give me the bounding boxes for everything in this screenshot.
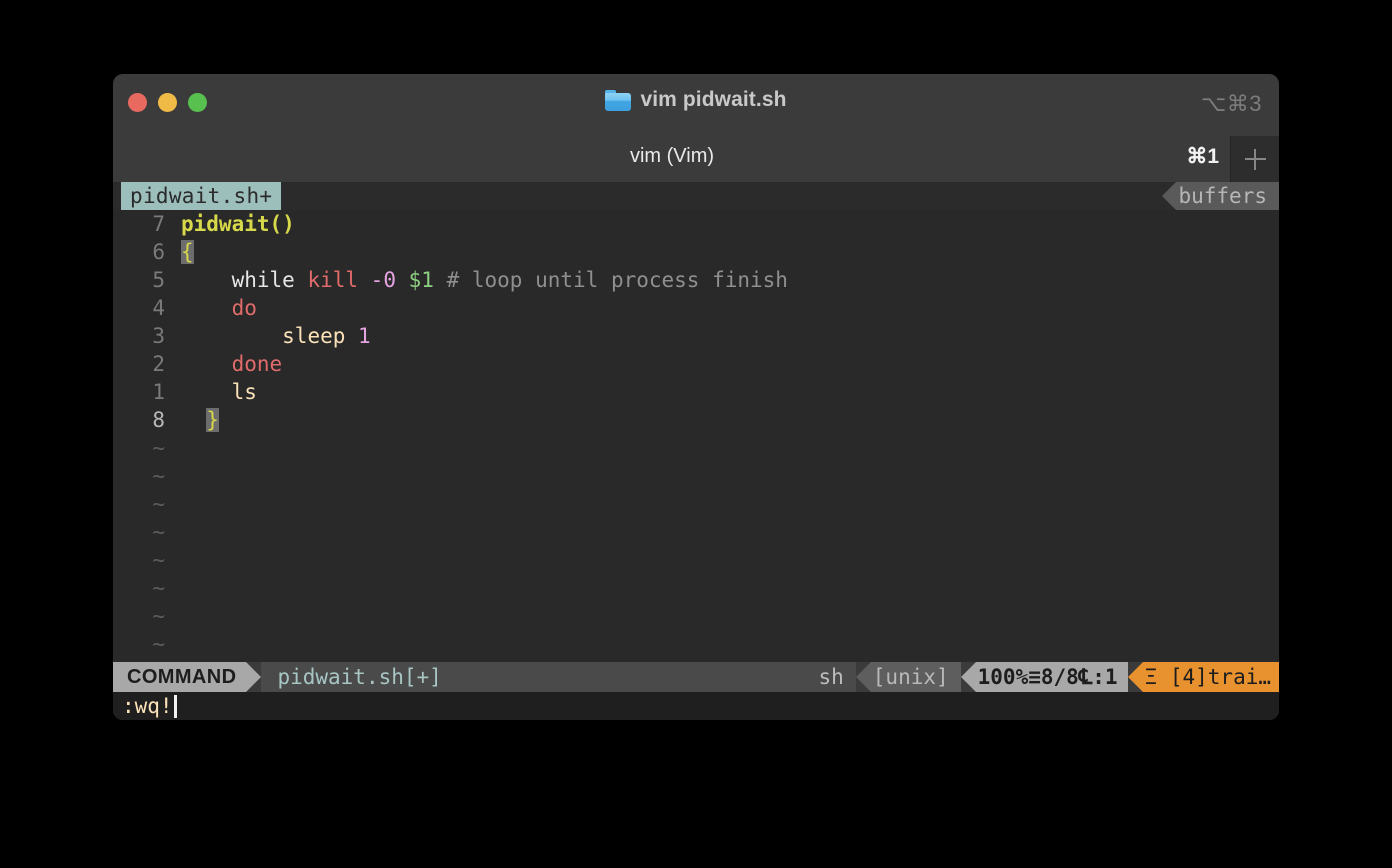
code-line: 6{ (113, 238, 1279, 266)
code-token (358, 268, 371, 292)
text-cursor (174, 695, 177, 718)
line-content: } (165, 406, 219, 434)
tab-vim[interactable]: vim (Vim) (113, 130, 1231, 182)
empty-line: ~ (113, 462, 1279, 490)
status-position: 100%≡8/8℄:1 (976, 662, 1128, 692)
code-line: 7 pidwait() (113, 210, 1279, 238)
empty-line: ~ (113, 518, 1279, 546)
tilde-marker: ~ (113, 462, 165, 490)
tilde-marker: ~ (113, 518, 165, 546)
code-line: 1 ls (113, 378, 1279, 406)
line-number: 1 (113, 378, 165, 406)
window-shortcut-hint: ⌥⌘3 (1201, 91, 1262, 117)
line-content: done (165, 350, 282, 378)
status-fileformat: [unix] (871, 662, 961, 692)
code-token: { (181, 240, 194, 264)
buffer-tab-active[interactable]: pidwait.sh+ (121, 182, 281, 210)
code-token: 1 (358, 324, 371, 348)
line-number: 4 (113, 294, 165, 322)
line-content: { (165, 238, 194, 266)
window-titlebar: vim pidwait.sh ⌥⌘3 (113, 74, 1279, 130)
line-content: sleep 1 (165, 322, 371, 350)
folder-icon (605, 90, 631, 111)
status-filetype: sh (812, 662, 855, 692)
code-token (434, 268, 447, 292)
tab-label: vim (Vim) (630, 145, 714, 168)
empty-line: ~ (113, 602, 1279, 630)
bufferline-arrow-icon (1162, 182, 1176, 210)
command-text: :wq! (122, 692, 173, 720)
code-token (345, 324, 358, 348)
empty-line: ~ (113, 574, 1279, 602)
plus-icon (1245, 149, 1266, 170)
code-line: 2 done (113, 350, 1279, 378)
code-token: kill (307, 268, 358, 292)
line-number: 5 (113, 266, 165, 294)
line-content: pidwait() (165, 210, 295, 238)
bufferline-right-label: buffers (1176, 182, 1279, 210)
code-token (396, 268, 409, 292)
vim-terminal[interactable]: pidwait.sh+ buffers 7pidwait()6{5 while … (113, 182, 1279, 720)
line-number: 7 (113, 210, 165, 238)
vim-bufferline: pidwait.sh+ buffers (113, 182, 1279, 210)
line-number: 6 (113, 238, 165, 266)
code-token: pidwait() (181, 212, 295, 236)
tilde-marker: ~ (113, 490, 165, 518)
status-filename: pidwait.sh[+] (261, 662, 812, 692)
code-line: 4 do (113, 294, 1279, 322)
vim-code-area[interactable]: 7pidwait()6{5 while kill -0 $1 # loop un… (113, 210, 1279, 658)
code-line: 3 sleep 1 (113, 322, 1279, 350)
line-number: 8 (113, 406, 165, 434)
screen: vim pidwait.sh ⌥⌘3 vim (Vim) ⌘1 pidwait.… (0, 0, 1392, 868)
tilde-marker: ~ (113, 546, 165, 574)
code-token: } (206, 408, 219, 432)
empty-line: ~ (113, 490, 1279, 518)
code-token: done (232, 352, 283, 376)
status-arrow-4-icon (1128, 662, 1143, 692)
tilde-marker: ~ (113, 574, 165, 602)
line-number: 3 (113, 322, 165, 350)
code-token: # loop until process finish (447, 268, 788, 292)
line-content: while kill -0 $1 # loop until process fi… (165, 266, 788, 294)
code-token: while (181, 268, 307, 292)
tab-shortcut-hint: ⌘1 (1186, 144, 1219, 169)
status-extra-warning: Ξ [4]trai… (1143, 662, 1279, 692)
status-arrow-1-icon (246, 662, 261, 692)
status-mode: COMMAND (113, 662, 246, 692)
line-content: do (165, 294, 257, 322)
code-token: $1 (409, 268, 434, 292)
code-token: sleep (282, 324, 345, 348)
code-token: ls (232, 380, 257, 404)
code-token (181, 408, 206, 432)
empty-line: ~ (113, 434, 1279, 462)
empty-line: ~ (113, 546, 1279, 574)
tilde-marker: ~ (113, 630, 165, 658)
window-title: vim pidwait.sh (640, 88, 786, 112)
new-tab-button[interactable] (1230, 136, 1279, 182)
status-arrow-2-icon (856, 662, 871, 692)
vim-statusline: COMMAND pidwait.sh[+] sh [unix] 100%≡8/8… (113, 662, 1279, 692)
window-title-group: vim pidwait.sh (113, 88, 1279, 112)
empty-line: ~ (113, 630, 1279, 658)
code-token (181, 352, 232, 376)
code-line: 5 while kill -0 $1 # loop until process … (113, 266, 1279, 294)
line-content: ls (165, 378, 257, 406)
tilde-marker: ~ (113, 434, 165, 462)
code-token (181, 324, 282, 348)
vim-command-line[interactable]: :wq! (113, 692, 1279, 720)
code-token: do (232, 296, 257, 320)
line-number: 2 (113, 350, 165, 378)
bufferline-right: buffers (1162, 182, 1279, 210)
tilde-marker: ~ (113, 602, 165, 630)
terminal-window: vim pidwait.sh ⌥⌘3 vim (Vim) ⌘1 pidwait.… (113, 74, 1279, 720)
code-token: -0 (371, 268, 396, 292)
tab-bar: vim (Vim) ⌘1 (113, 130, 1279, 182)
code-token (181, 296, 232, 320)
status-arrow-3-icon (961, 662, 976, 692)
code-token (181, 380, 232, 404)
code-line: 8 } (113, 406, 1279, 434)
